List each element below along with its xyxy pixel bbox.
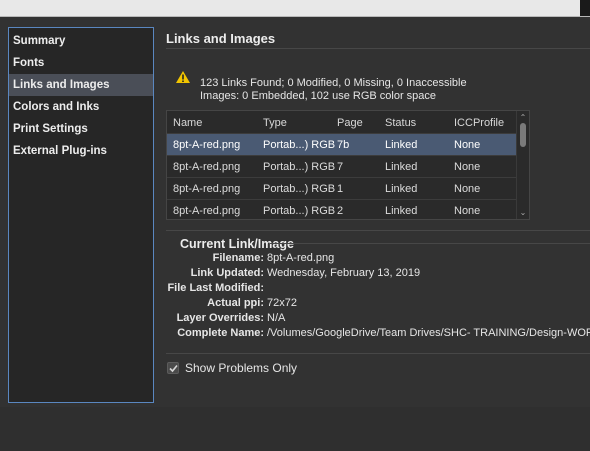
- info-label: Layer Overrides:: [176, 312, 264, 324]
- info-value: Wednesday, February 13, 2019: [267, 267, 421, 279]
- info-row-file-last-modified: File Last Modified:: [166, 282, 590, 297]
- cell-icc: None: [454, 205, 481, 217]
- cell-name: 8pt-A-red.png: [173, 161, 241, 173]
- info-value: N/A: [267, 312, 286, 324]
- info-label: Complete Name:: [177, 327, 264, 339]
- column-header-iccprofile[interactable]: ICCProfile: [454, 117, 504, 129]
- column-header-type[interactable]: Type: [263, 117, 287, 129]
- top-bar-corner: [580, 0, 590, 16]
- links-table: Name Type Page Status ICCProfile 8pt-A-r…: [166, 110, 530, 220]
- warning-icon: [176, 71, 190, 83]
- cell-type: Portab...) RGB: [263, 205, 336, 217]
- summary-links-found: 123 Links Found; 0 Modified, 0 Missing, …: [200, 77, 467, 89]
- category-sidebar: Summary Fonts Links and Images Colors an…: [8, 27, 154, 403]
- sidebar-item-external-plug-ins[interactable]: External Plug-ins: [9, 140, 153, 162]
- cell-icc: None: [454, 139, 481, 151]
- show-problems-checkbox[interactable]: [167, 362, 179, 374]
- info-label: Actual ppi:: [207, 297, 264, 309]
- info-label: File Last Modified:: [167, 282, 264, 294]
- table-row[interactable]: 8pt-A-red.png Portab...) RGB 7 Linked No…: [167, 155, 518, 178]
- window-top-bar: [0, 0, 590, 17]
- info-label: Filename:: [212, 252, 264, 264]
- cell-status: Linked: [385, 161, 418, 173]
- section-title: Links and Images: [166, 31, 276, 46]
- info-row-layer-overrides: Layer Overrides: N/A: [166, 312, 590, 327]
- sidebar-item-colors-and-inks[interactable]: Colors and Inks: [9, 96, 153, 118]
- cell-name: 8pt-A-red.png: [173, 205, 241, 217]
- sidebar-item-summary[interactable]: Summary: [9, 30, 153, 52]
- cell-name: 8pt-A-red.png: [173, 183, 241, 195]
- scrollbar-thumb[interactable]: [520, 123, 526, 147]
- sidebar-item-fonts[interactable]: Fonts: [9, 52, 153, 74]
- links-summary: 123 Links Found; 0 Modified, 0 Missing, …: [200, 77, 467, 103]
- info-row-link-updated: Link Updated: Wednesday, February 13, 20…: [166, 267, 590, 282]
- cell-page: 7: [337, 161, 344, 173]
- sidebar-item-links-and-images[interactable]: Links and Images: [9, 74, 153, 96]
- current-link-title: Current Link/Image: [180, 237, 294, 251]
- table-row[interactable]: 8pt-A-red.png Portab...) RGB 7b Linked N…: [167, 133, 518, 156]
- info-label: Link Updated:: [190, 267, 264, 279]
- scroll-up-icon[interactable]: ⌃: [519, 113, 527, 122]
- table-header: Name Type Page Status ICCProfile: [167, 111, 517, 133]
- section-divider: [166, 48, 590, 49]
- cell-status: Linked: [385, 183, 418, 195]
- info-row-filename: Filename: 8pt-A-red.png: [166, 252, 590, 267]
- info-row-actual-ppi: Actual ppi: 72x72: [166, 297, 590, 312]
- options-divider: [166, 353, 590, 354]
- current-link-rule: [270, 243, 590, 244]
- table-divider: [166, 230, 590, 231]
- dialog-footer: [0, 407, 590, 451]
- cell-icc: None: [454, 161, 481, 173]
- cell-status: Linked: [385, 139, 418, 151]
- column-header-name[interactable]: Name: [173, 117, 202, 129]
- table-scrollbar[interactable]: ⌃ ⌄: [516, 111, 529, 219]
- table-row[interactable]: 8pt-A-red.png Portab...) RGB 1 Linked No…: [167, 177, 518, 200]
- sidebar-item-print-settings[interactable]: Print Settings: [9, 118, 153, 140]
- cell-page: 7b: [337, 139, 350, 151]
- info-value: 72x72: [267, 297, 297, 309]
- cell-page: 2: [337, 205, 344, 217]
- cell-status: Linked: [385, 205, 418, 217]
- table-row[interactable]: 8pt-A-red.png Portab...) RGB 2 Linked No…: [167, 199, 518, 219]
- checkmark-icon: [169, 364, 178, 373]
- column-header-status[interactable]: Status: [385, 117, 416, 129]
- cell-page: 1: [337, 183, 344, 195]
- summary-images: Images: 0 Embedded, 102 use RGB color sp…: [200, 90, 437, 102]
- cell-icc: None: [454, 183, 481, 195]
- scroll-down-icon[interactable]: ⌄: [519, 208, 527, 217]
- cell-type: Portab...) RGB: [263, 161, 336, 173]
- column-header-page[interactable]: Page: [337, 117, 363, 129]
- info-row-complete-name: Complete Name: /Volumes/GoogleDrive/Team…: [166, 327, 590, 342]
- cell-name: 8pt-A-red.png: [173, 139, 241, 151]
- cell-type: Portab...) RGB: [263, 139, 336, 151]
- info-value: 8pt-A-red.png: [267, 252, 335, 264]
- cell-type: Portab...) RGB: [263, 183, 336, 195]
- show-problems-label[interactable]: Show Problems Only: [185, 361, 297, 375]
- info-value: /Volumes/GoogleDrive/Team Drives/SHC- TR…: [267, 327, 590, 339]
